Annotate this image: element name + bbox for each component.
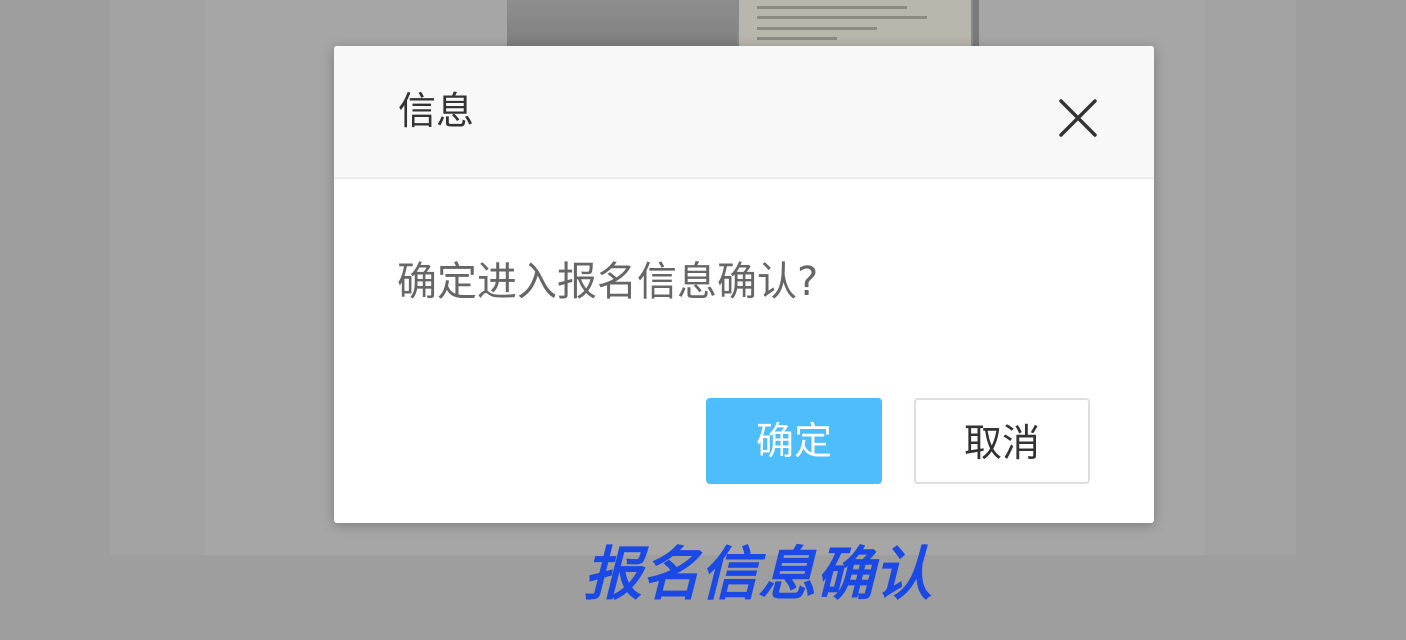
background-photo-area <box>507 0 737 48</box>
dialog-header: 信息 <box>334 46 1154 179</box>
caption-text: 报名信息确认 <box>584 540 933 608</box>
cancel-button[interactable]: 取消 <box>914 398 1090 484</box>
dialog-message: 确定进入报名信息确认? <box>397 259 819 305</box>
confirm-dialog: 信息 确定进入报名信息确认? 确定 取消 <box>334 46 1154 523</box>
document-text-line <box>757 16 927 19</box>
close-icon <box>1059 99 1097 137</box>
confirm-button[interactable]: 确定 <box>706 398 882 484</box>
background-document-edge <box>973 0 979 48</box>
document-text-line <box>757 27 877 30</box>
dialog-title: 信息 <box>398 89 475 133</box>
document-text-line <box>757 37 837 40</box>
background-document-image <box>507 0 979 48</box>
background-document-text-area <box>739 0 971 48</box>
document-text-line <box>757 6 907 9</box>
close-button[interactable] <box>1056 96 1100 140</box>
screenshot-stage: 信息 确定进入报名信息确认? 确定 取消 报名信息确认 <box>0 0 1406 640</box>
